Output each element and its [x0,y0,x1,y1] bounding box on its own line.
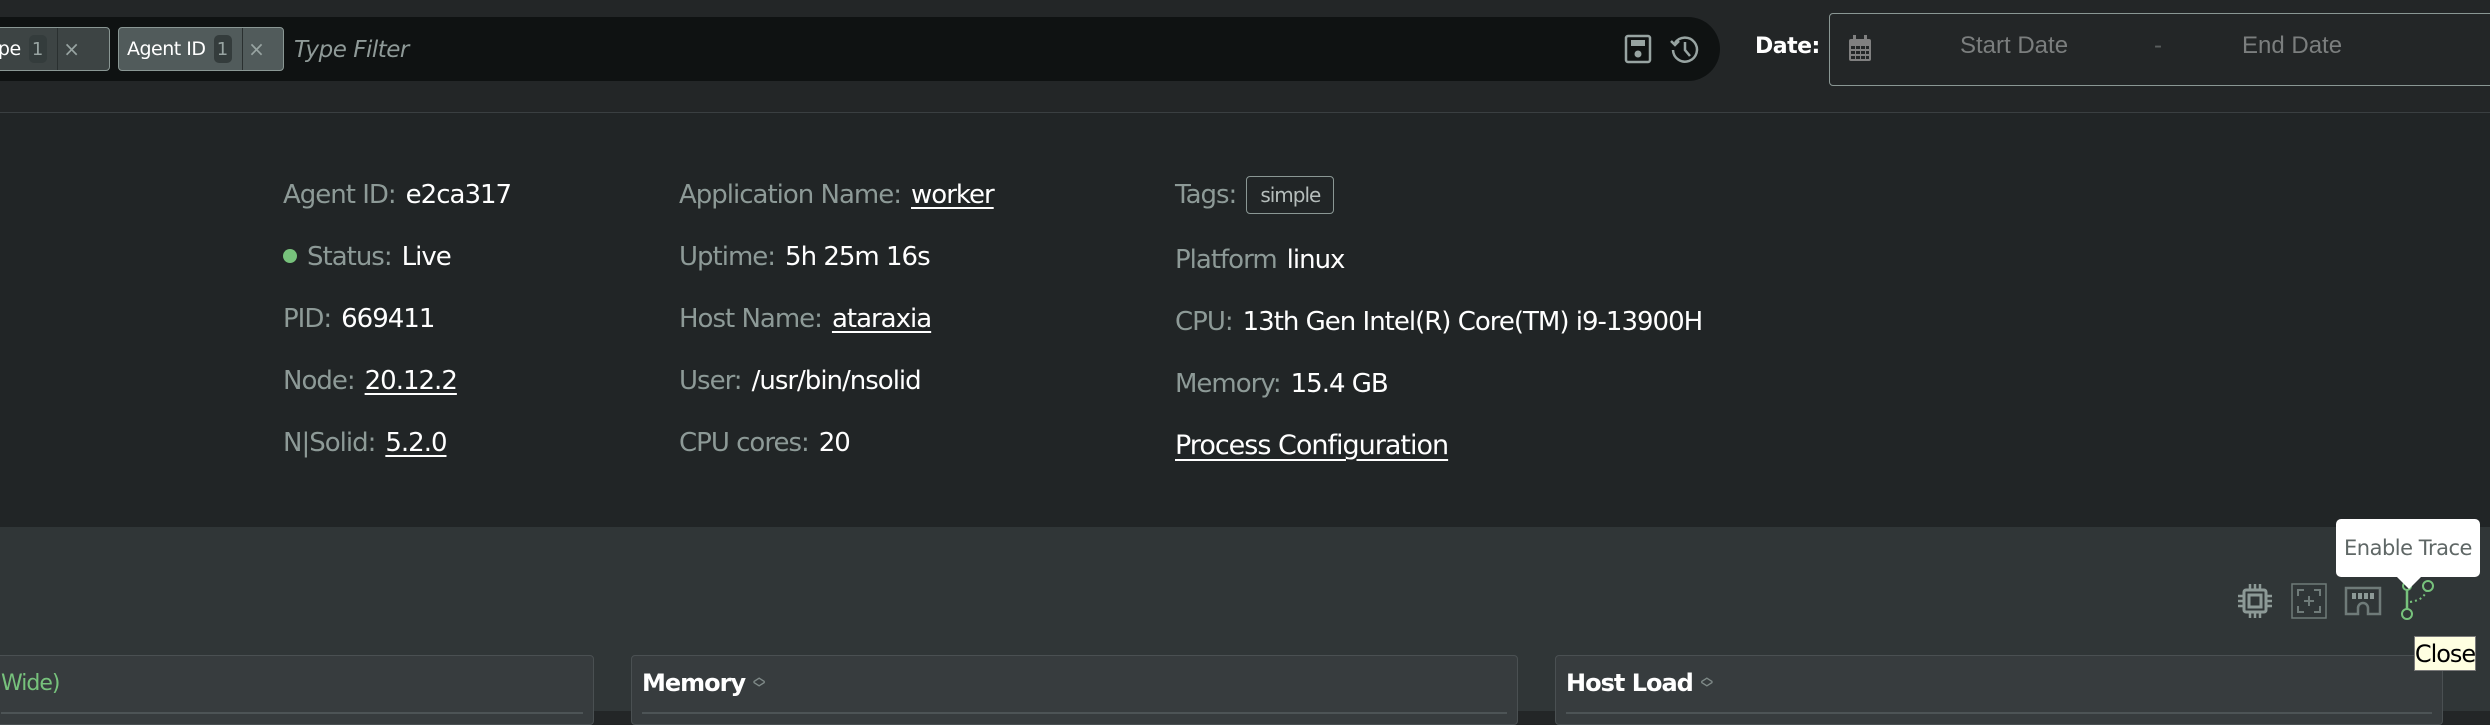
filter-history-button[interactable] [1667,31,1703,67]
memory-icon [2344,586,2382,616]
application-name-link[interactable]: worker [911,180,995,210]
remove-filter-chip-button[interactable]: × [241,28,271,70]
host-name-link[interactable]: ataraxia [832,304,932,334]
history-icon [1670,36,1699,63]
heap-sampling-button[interactable] [2344,584,2382,618]
calendar-icon [1848,34,1872,67]
field-label: N|Solid: [283,428,376,458]
panel-header[interactable]: Memory ︿ ﹀ [642,669,765,697]
filter-chip-agent-id[interactable]: Agent ID 1 × [118,27,284,71]
close-tooltip: Close [2414,636,2476,671]
agent-id-value: e2ca317 [405,180,512,210]
cpu-profile-button[interactable] [2235,582,2275,620]
panel-divider [1,712,583,714]
field-label: Application Name: [679,180,902,210]
user-value: /usr/bin/nsolid [751,366,922,396]
field-label: Tags: [1175,180,1237,210]
field-label: CPU: [1175,307,1234,337]
panel-divider [1566,712,2432,714]
filter-chip-label: Type [0,38,21,60]
field-label: Host Name: [679,304,823,334]
start-date-input[interactable]: Start Date [1960,32,2068,60]
field-label: Node: [283,366,356,396]
uptime-field: Uptime: 5h 25m 16s [679,242,931,272]
nsolid-version-link[interactable]: 5.2.0 [385,428,447,458]
status-value: Live [401,242,452,272]
filter-chip-count: 1 [28,35,47,63]
platform-field: Platform linux [1175,245,1346,275]
field-label: Status: [307,242,393,272]
status-live-indicator [283,249,297,263]
field-label: Uptime: [679,242,776,272]
filter-input[interactable] [292,30,1596,70]
user-field: User: /usr/bin/nsolid [679,366,922,396]
host-name-field: Host Name: ataraxia [679,304,932,334]
sort-icon[interactable]: ︿ ﹀ [1701,671,1713,694]
node-field: Node: 20.12.2 [283,366,458,396]
tag-badge[interactable]: simple [1246,176,1335,214]
filter-chip-label: Agent ID [127,38,206,60]
panel-title: Memory [642,669,746,697]
date-separator: - [2154,32,2162,59]
field-label: Memory: [1175,369,1282,399]
panel-title-fragment: Wide) [1,671,60,696]
panel-divider [642,712,1507,714]
pid-field: PID: 669411 [283,304,435,334]
remove-filter-chip-button[interactable]: × [56,28,86,70]
cpu-cores-value: 20 [818,428,851,458]
agent-id-field: Agent ID: e2ca317 [283,180,512,210]
field-label: PID: [283,304,332,334]
snapshot-icon [2291,583,2327,619]
panel-title: Host Load [1566,669,1694,697]
field-label: CPU cores: [679,428,810,458]
memory-value: 15.4 GB [1290,369,1389,399]
node-version-link[interactable]: 20.12.2 [365,366,458,396]
metric-panel-cpu: Wide) [0,655,594,725]
enable-trace-tooltip: Enable Trace [2336,519,2480,589]
field-label: User: [679,366,743,396]
process-configuration-link[interactable]: Process Configuration [1175,430,1449,461]
date-label: Date: [1755,34,1820,59]
field-label: Agent ID: [283,180,397,210]
end-date-input[interactable]: End Date [2242,32,2342,60]
application-name-field: Application Name: worker [679,180,995,210]
status-field: Status: Live [283,242,452,272]
filter-chip-type[interactable]: Type 1 × [0,27,110,71]
platform-value: linux [1286,245,1346,275]
nsolid-field: N|Solid: 5.2.0 [283,428,448,458]
save-icon [1624,34,1652,64]
panel-header[interactable]: Host Load ︿ ﹀ [1566,669,1713,697]
sort-icon[interactable]: ︿ ﹀ [753,671,765,694]
tags-field: Tags: simple [1175,176,1335,214]
cpu-field: CPU: 13th Gen Intel(R) Core(TM) i9-13900… [1175,307,1704,337]
cpu-cores-field: CPU cores: 20 [679,428,851,458]
save-filter-button[interactable] [1622,33,1654,65]
metric-panel-memory: Memory ︿ ﹀ [631,655,1518,725]
filter-chip-count: 1 [213,35,232,63]
cpu-icon [2238,584,2272,618]
uptime-value: 5h 25m 16s [785,242,931,272]
pid-value: 669411 [341,304,435,334]
memory-field: Memory: 15.4 GB [1175,369,1389,399]
heap-snapshot-button[interactable] [2290,582,2328,620]
field-label: Platform [1175,245,1278,275]
cpu-value: 13th Gen Intel(R) Core(TM) i9-13900H [1242,307,1704,337]
metric-panel-host-load: Host Load ︿ ﹀ [1555,655,2443,725]
